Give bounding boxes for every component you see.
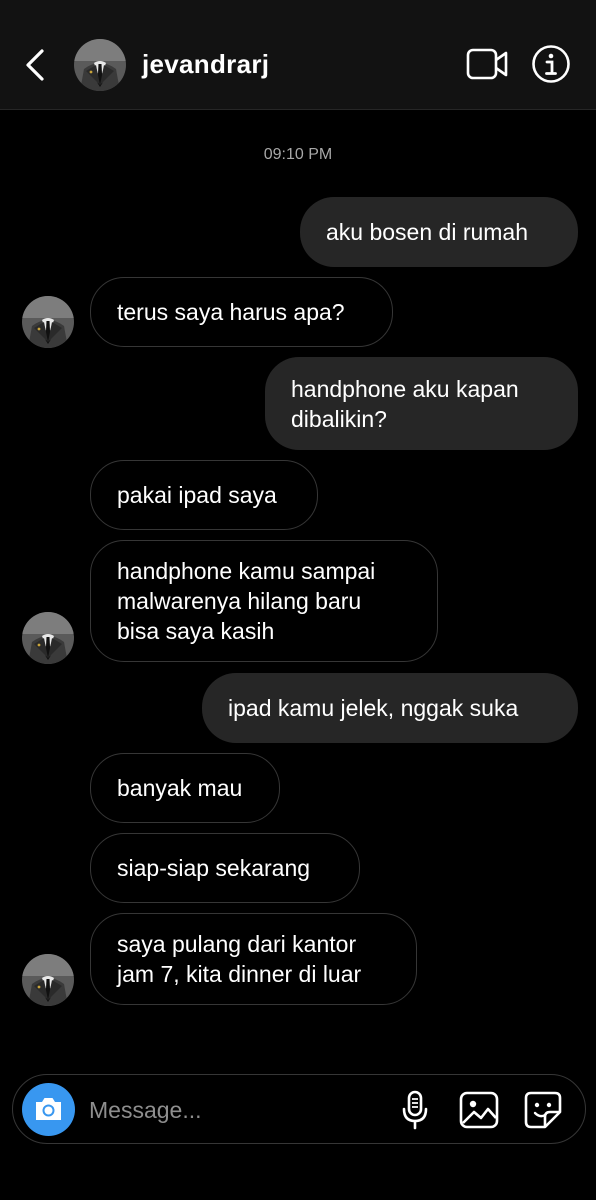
message-bubble-received[interactable]: banyak mau (90, 753, 280, 823)
chevron-left-icon[interactable] (22, 47, 50, 83)
message-bubble-received[interactable]: handphone kamu sampai malwarenya hilang … (90, 540, 438, 662)
microphone-icon[interactable] (399, 1089, 431, 1131)
camera-button[interactable] (22, 1083, 75, 1136)
message-bubble-sent[interactable]: handphone aku kapan dibalikin? (265, 357, 578, 450)
info-icon[interactable] (531, 44, 571, 84)
message-timestamp: 09:10 PM (263, 146, 333, 163)
avatar[interactable] (22, 612, 74, 664)
avatar[interactable] (22, 296, 74, 348)
message-bubble-sent[interactable]: ipad kamu jelek, nggak suka (202, 673, 578, 743)
message-bubble-sent[interactable]: aku bosen di rumah (300, 197, 578, 267)
message-bubble-received[interactable]: saya pulang dari kantor jam 7, kita dinn… (90, 913, 417, 1005)
gallery-icon[interactable] (459, 1091, 499, 1129)
message-bubble-received[interactable]: terus saya harus apa? (90, 277, 393, 347)
camera-icon (36, 1098, 61, 1120)
avatar[interactable] (22, 954, 74, 1006)
chat-header: jevandrarj (0, 0, 596, 110)
message-composer (12, 1074, 586, 1144)
message-input[interactable] (87, 1093, 391, 1127)
video-call-icon[interactable] (466, 47, 508, 81)
contact-username[interactable]: jevandrarj (142, 49, 269, 80)
message-bubble-received[interactable]: pakai ipad saya (90, 460, 318, 530)
sticker-icon[interactable] (523, 1090, 563, 1130)
avatar[interactable] (74, 39, 126, 91)
message-bubble-received[interactable]: siap-siap sekarang (90, 833, 360, 903)
